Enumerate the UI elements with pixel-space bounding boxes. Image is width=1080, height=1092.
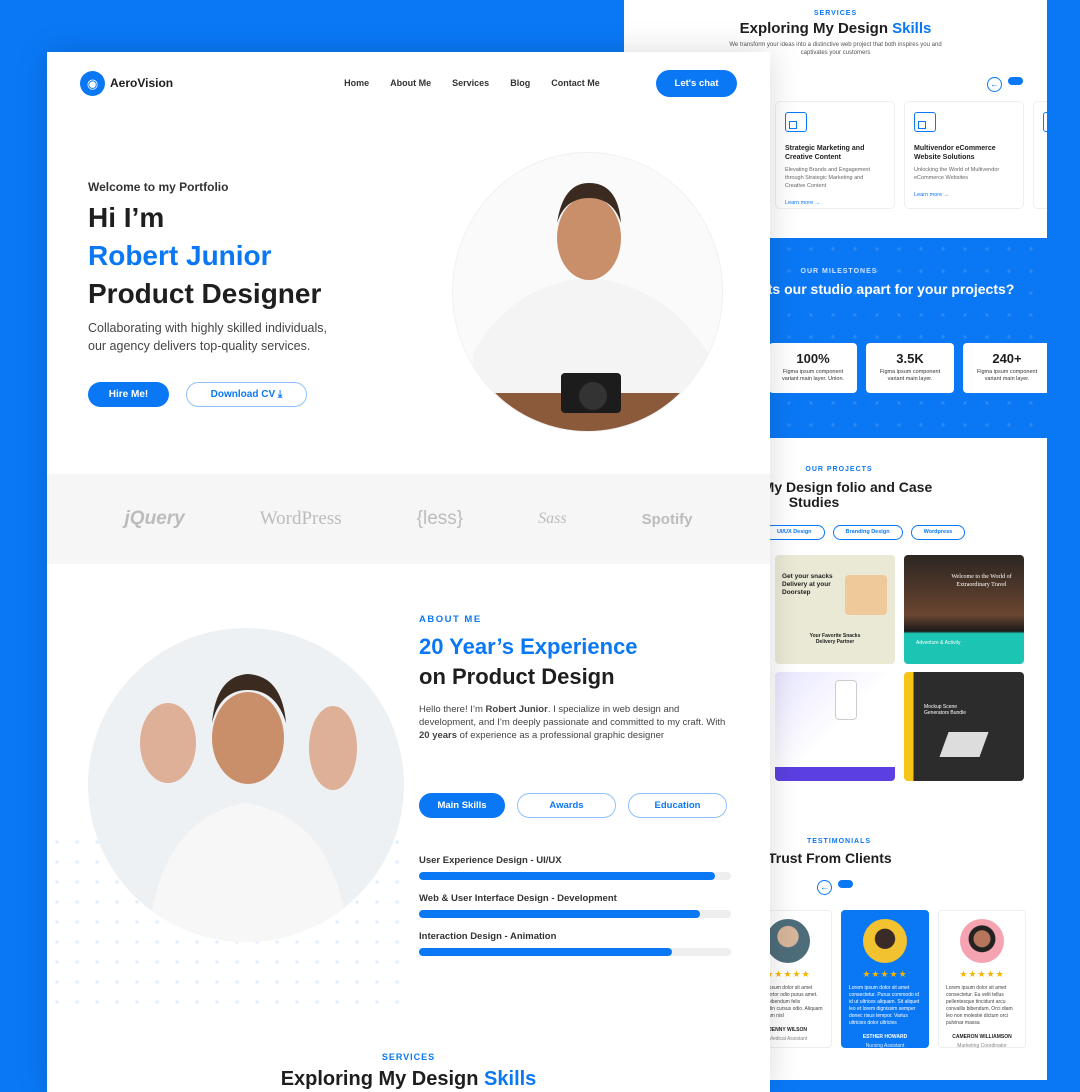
about-portrait-photo [88, 628, 404, 942]
avatar [766, 919, 810, 963]
hot-air-balloon-icon: ◉ [80, 70, 105, 96]
service-card[interactable]: Multivendor eCommerce Website Solutions … [904, 101, 1024, 209]
skill-progress-track [419, 910, 731, 918]
skill-item: User Experience Design - UI/UX [419, 855, 734, 880]
projects-label: OUR PROJECTS [805, 466, 873, 473]
nav-item-home[interactable]: Home [344, 78, 369, 88]
testimonial-card: ★★★★★ Lorem ipsum dolor sit amet consect… [938, 910, 1026, 1049]
rating-stars: ★★★★★ [862, 969, 908, 979]
skill-progress-fill [419, 910, 700, 918]
milestones-label: OUR MILESTONES [800, 268, 878, 275]
web-design-icon [1043, 112, 1047, 132]
service-card-desc: Unlocking the World of Multivendor eComm… [914, 167, 1000, 181]
nav-item-about[interactable]: About Me [390, 78, 431, 88]
brand-logo[interactable]: ◉ AeroVision [80, 70, 174, 96]
services-title: Exploring My Design Skills [739, 20, 932, 37]
learn-more-link[interactable]: Learn more → [914, 192, 1014, 198]
about-title: 20 Year’s Experience on Product Design [419, 634, 638, 689]
hero-title: Hi I’m Robert Junior Product Designer [88, 202, 322, 309]
next-arrow-button[interactable]: → [838, 880, 853, 892]
jquery-logo: jQuery [124, 508, 185, 529]
project-thumbnail-travel[interactable]: Welcome to the World of Extraordinary Tr… [904, 555, 1024, 664]
testimonials-label: TESTIMONIALS [806, 838, 872, 845]
service-card-title: Multivendor eCommerce Website Solutions [914, 145, 996, 161]
hero-portrait-photo [452, 152, 723, 432]
milestone-stat: 240+ Figma ipsum component variant main l… [963, 343, 1047, 393]
service-card-desc: Elevating Brands and Engagement through … [785, 167, 871, 189]
hero-welcome: Welcome to my Portfolio [88, 180, 229, 194]
nav-item-services[interactable]: Services [452, 78, 489, 88]
wordpress-logo: WordPress [259, 508, 342, 529]
about-section: ABOUT ME 20 Year’s Experience on Product … [419, 614, 734, 956]
project-filter-tab[interactable]: Branding Design [832, 525, 903, 540]
avatar [863, 919, 907, 963]
services-label: SERVICES [381, 1052, 436, 1062]
nav-item-blog[interactable]: Blog [510, 78, 530, 88]
skill-name: User Experience Design - UI/UX [419, 855, 562, 866]
web-design-icon [914, 112, 936, 132]
navbar: ◉ AeroVision Home About Me Services Blog… [80, 69, 737, 97]
skill-item: Web & User Interface Design - Developmen… [419, 893, 734, 918]
brand-logos-strip: jQuery WordPress {less} Sass Spotify [47, 474, 770, 564]
project-filter-tab[interactable]: UI/UX Design [764, 525, 825, 540]
project-thumbnail-mockup[interactable]: Mockup Scene Generators Bundle [904, 672, 1024, 781]
hire-me-button[interactable]: Hire Me! [88, 382, 169, 407]
testimonial-card-active: ★★★★★ Lorem ipsum dolor sit amet consect… [841, 910, 929, 1049]
tab-main-skills[interactable]: Main Skills [419, 793, 505, 818]
tab-awards[interactable]: Awards [517, 793, 616, 818]
next-arrow-button[interactable]: → [1008, 77, 1023, 89]
about-description: Hello there! I’m Robert Junior. I specia… [419, 704, 726, 741]
service-card[interactable]: Strategic Marketing and Creative Content… [775, 101, 895, 209]
services-section-front: SERVICES Exploring My Design Skills [47, 1052, 770, 1091]
service-card-partial[interactable] [1033, 101, 1047, 209]
service-cards: Strategic Marketing and Creative Content… [775, 101, 1047, 209]
tab-education[interactable]: Education [628, 793, 727, 818]
skill-tabs: Main Skills Awards Education [419, 793, 734, 818]
project-thumbnail-snacks[interactable]: Get your snacks Delivery at your Doorste… [775, 555, 895, 664]
skill-name: Web & User Interface Design - Developmen… [419, 893, 617, 904]
project-thumbnail-app[interactable] [775, 672, 895, 781]
web-design-icon [785, 112, 807, 132]
prev-arrow-button[interactable]: ← [817, 880, 832, 895]
milestone-stat: 3.5K Figma ipsum component variant main l… [866, 343, 954, 393]
service-card-title: Strategic Marketing and Creative Content [785, 145, 865, 161]
spotify-logo: Spotify [641, 510, 693, 528]
download-icon: ⤓ [277, 389, 283, 400]
skill-progress-track [419, 948, 731, 956]
project-filter-tab[interactable]: Wordpress [910, 525, 966, 540]
brand-name: AeroVision [110, 76, 174, 90]
services-label: SERVICES [813, 10, 858, 17]
services-section: SERVICES Exploring My Design Skills We t… [624, 10, 1047, 57]
skill-progress-fill [419, 948, 672, 956]
skill-progress-fill [419, 872, 716, 880]
rating-stars: ★★★★★ [959, 969, 1005, 979]
front-page-preview: ◉ AeroVision Home About Me Services Blog… [47, 52, 770, 1092]
learn-more-link[interactable]: Learn more → [785, 200, 885, 206]
milestone-stat: 100% Figma ipsum component variant main l… [769, 343, 857, 393]
less-logo: {less} [416, 508, 464, 529]
lets-chat-button[interactable]: Let's chat [656, 69, 737, 97]
skill-item: Interaction Design - Animation [419, 931, 734, 956]
hero-description: Collaborating with highly skilled indivi… [88, 321, 328, 353]
skill-progress-track [419, 872, 731, 880]
nav-item-contact[interactable]: Contact Me [551, 78, 600, 88]
skill-name: Interaction Design - Animation [419, 931, 557, 942]
sass-logo: Sass [538, 510, 567, 527]
services-carousel-arrows: ← → [987, 77, 1023, 92]
about-label: ABOUT ME [419, 614, 482, 625]
hero-section: Welcome to my Portfolio Hi I’m Robert Ju… [88, 180, 327, 407]
prev-arrow-button[interactable]: ← [987, 77, 1002, 92]
avatar [960, 919, 1004, 963]
milestones-title: t sets our studio apart for your project… [743, 281, 1015, 297]
nav-menu: Home About Me Services Blog Contact Me [344, 78, 600, 88]
download-cv-button[interactable]: Download CV ⤓ [186, 382, 307, 407]
